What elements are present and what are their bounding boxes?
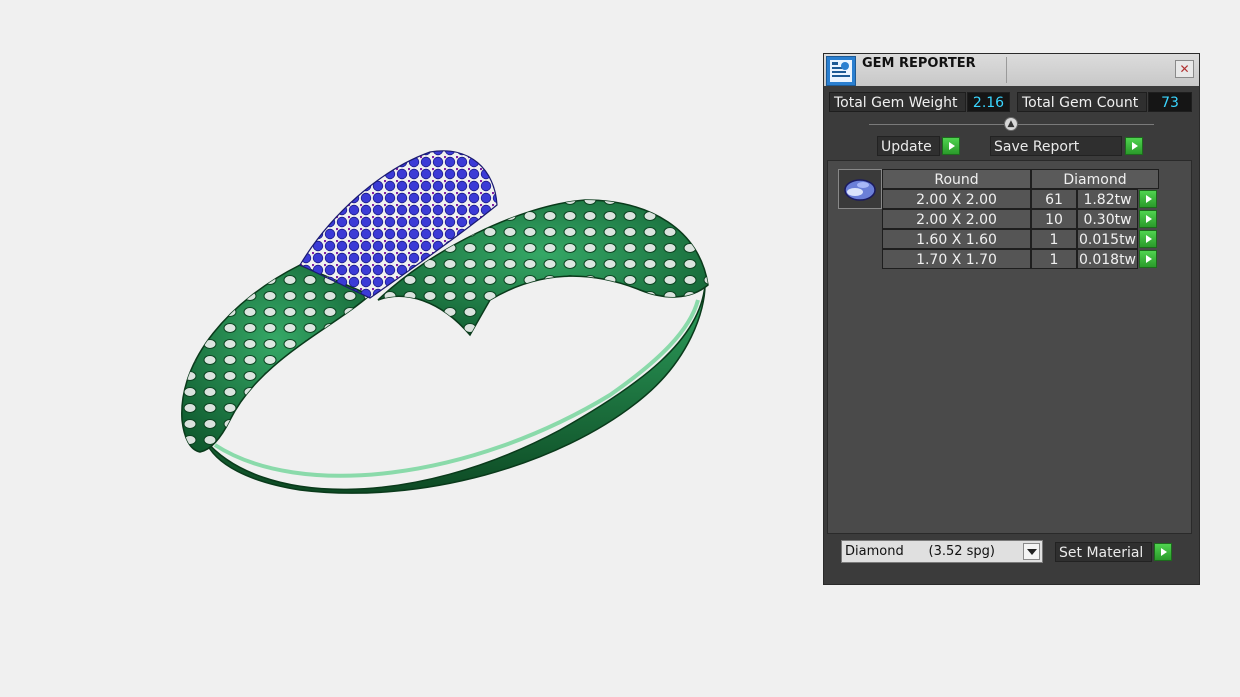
set-material-button[interactable]: Set Material bbox=[1055, 542, 1152, 562]
save-report-play-arrow-icon[interactable] bbox=[1125, 137, 1143, 155]
bangle-model[interactable] bbox=[0, 0, 800, 693]
gem-reporter-app-icon bbox=[826, 56, 856, 86]
collapse-arrow-icon[interactable]: ▲ bbox=[1004, 117, 1018, 131]
table-row-size: 1.70 X 1.70 bbox=[882, 249, 1031, 269]
total-gem-count-value: 73 bbox=[1148, 92, 1192, 112]
table-row-count: 1 bbox=[1031, 249, 1077, 269]
table-row-size: 2.00 X 2.00 bbox=[882, 209, 1031, 229]
material-dropdown[interactable]: Diamond (3.52 spg) bbox=[841, 540, 1043, 563]
gem-report-area: Round Diamond 2.00 X 2.00 61 1.82tw 2.00… bbox=[827, 160, 1192, 534]
table-row-weight: 0.30tw bbox=[1077, 209, 1138, 229]
table-header-material: Diamond bbox=[1031, 169, 1159, 189]
save-report-button[interactable]: Save Report bbox=[990, 136, 1122, 156]
table-row-size: 1.60 X 1.60 bbox=[882, 229, 1031, 249]
total-gem-weight-label: Total Gem Weight bbox=[829, 92, 966, 112]
table-row-count: 10 bbox=[1031, 209, 1077, 229]
title-bar[interactable]: GEM REPORTER ✕ bbox=[824, 54, 1199, 86]
bangle-left-shank-holes bbox=[181, 265, 370, 452]
update-play-arrow-icon[interactable] bbox=[942, 137, 960, 155]
table-row-weight: 1.82tw bbox=[1077, 189, 1138, 209]
row-play-arrow-icon[interactable] bbox=[1139, 230, 1157, 248]
table-row-count: 1 bbox=[1031, 229, 1077, 249]
close-icon[interactable]: ✕ bbox=[1175, 60, 1194, 78]
dropdown-arrow-icon[interactable] bbox=[1023, 543, 1040, 560]
total-gem-count-label: Total Gem Count bbox=[1017, 92, 1147, 112]
gem-reporter-panel: GEM REPORTER ✕ Total Gem Weight 2.16 Tot… bbox=[824, 54, 1199, 584]
update-button[interactable]: Update bbox=[877, 136, 940, 156]
set-material-play-arrow-icon[interactable] bbox=[1154, 543, 1172, 561]
table-row-weight: 0.015tw bbox=[1077, 229, 1138, 249]
total-gem-weight-value: 2.16 bbox=[967, 92, 1010, 112]
3d-viewport[interactable] bbox=[0, 0, 800, 693]
row-play-arrow-icon[interactable] bbox=[1139, 250, 1157, 268]
table-row-size: 2.00 X 2.00 bbox=[882, 189, 1031, 209]
table-row-weight: 0.018tw bbox=[1077, 249, 1138, 269]
row-play-arrow-icon[interactable] bbox=[1139, 210, 1157, 228]
material-selected-value: Diamond (3.52 spg) bbox=[845, 544, 995, 559]
window-title: GEM REPORTER bbox=[862, 56, 976, 71]
table-header-shape: Round bbox=[882, 169, 1031, 189]
table-row-count: 61 bbox=[1031, 189, 1077, 209]
row-play-arrow-icon[interactable] bbox=[1139, 190, 1157, 208]
title-separator bbox=[1006, 57, 1007, 83]
diamond-gem-icon[interactable] bbox=[838, 169, 882, 209]
